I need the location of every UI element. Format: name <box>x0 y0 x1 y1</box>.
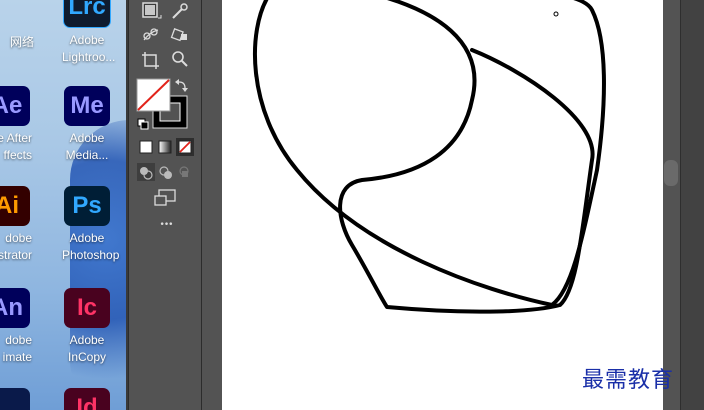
desktop-icon-label: Adobe <box>69 131 105 145</box>
desktop-icon-incopy[interactable]: Ic Adobe InCopy <box>62 288 112 366</box>
default-fill-stroke-icon[interactable] <box>137 118 149 130</box>
right-pasteboard <box>663 0 680 410</box>
desktop-icon-label: be After <box>0 131 32 145</box>
panel-strip <box>680 0 704 410</box>
live-paint-bucket-icon[interactable] <box>170 28 187 42</box>
draw-inside-icon[interactable] <box>179 166 189 177</box>
desktop-icon-network[interactable]: 网络 <box>0 0 40 51</box>
artboard[interactable] <box>222 0 663 410</box>
desktop-icon-lightroom[interactable]: Lrc Adobe Lightroo... <box>62 0 116 66</box>
desktop-icon-label: ffects <box>3 148 32 162</box>
more-tools-button[interactable]: ••• <box>156 220 176 236</box>
photoshop-icon: Ps <box>64 186 110 226</box>
media-encoder-icon: Me <box>64 86 110 126</box>
gradient-mode-button[interactable] <box>158 140 172 154</box>
desktop-icon-photoshop[interactable]: Ps Adobe Photoshop <box>62 186 120 264</box>
tools-panel-graphics <box>136 2 194 206</box>
screen-mode-icon[interactable] <box>154 189 176 206</box>
desktop-icon-label: dobe <box>5 333 32 347</box>
desktop-area: 网络 Lrc Adobe Lightroo... Ae be After ffe… <box>0 0 126 410</box>
tools-panel: ••• <box>128 0 202 410</box>
desktop-icon-label: Adobe <box>69 231 105 245</box>
after-effects-icon: Ae <box>0 86 30 126</box>
artwork-canvas[interactable] <box>222 0 663 410</box>
vertical-scrollbar-thumb[interactable] <box>664 160 678 186</box>
lightroom-icon: Lrc <box>63 0 111 28</box>
color-mode-button[interactable] <box>139 140 153 154</box>
desktop-icon-after-effects[interactable]: Ae be After ffects <box>0 86 32 164</box>
desktop-icon-media-encoder[interactable]: Me Adobe Media... <box>62 86 112 164</box>
gradient-tool-icon[interactable] <box>142 2 162 19</box>
swap-fill-stroke-icon[interactable] <box>175 79 188 92</box>
desktop-icon-label: InCopy <box>67 350 107 364</box>
incopy-icon: Ic <box>64 288 110 328</box>
desktop-icon-label: Media... <box>65 148 109 162</box>
fill-swatch[interactable] <box>136 78 171 112</box>
desktop-icon-label: 网络 <box>9 35 34 49</box>
zoom-tool-icon[interactable] <box>172 51 188 67</box>
artboard-tool-icon[interactable] <box>142 52 159 69</box>
desktop-icon-animate[interactable]: An dobe imate <box>0 288 32 366</box>
desktop-icon-label: Photoshop <box>62 248 120 262</box>
anchor-point[interactable] <box>553 11 559 17</box>
draw-behind-icon[interactable] <box>159 166 172 179</box>
watermark-text: 最需教育 <box>582 368 675 393</box>
desktop-icon-indesign[interactable]: Id <box>62 388 112 410</box>
app-icon <box>0 388 30 410</box>
desktop-icon-label: strator <box>0 248 32 262</box>
illustrator-icon: Ai <box>0 186 30 226</box>
draw-normal-icon[interactable] <box>137 163 155 181</box>
pasteboard <box>202 0 222 410</box>
animate-icon: An <box>0 288 30 328</box>
eyedropper-tool-icon[interactable] <box>172 3 188 19</box>
desktop-icon-label: Adobe <box>69 33 105 47</box>
desktop-icon-partial[interactable] <box>0 388 32 410</box>
desktop-icon-label: Adobe <box>69 333 105 347</box>
path-large-loop[interactable] <box>252 0 606 307</box>
desktop-icon-label: dobe <box>5 231 32 245</box>
path-small-loop[interactable] <box>338 0 595 314</box>
desktop-icon-illustrator[interactable]: Ai dobe strator <box>0 186 32 264</box>
blend-tool-icon[interactable] <box>143 28 159 41</box>
desktop-icon-label: imate <box>2 350 32 364</box>
indesign-icon: Id <box>64 388 110 410</box>
desktop-icon-label: Lightroo... <box>62 50 116 64</box>
none-mode-button[interactable] <box>176 138 194 156</box>
